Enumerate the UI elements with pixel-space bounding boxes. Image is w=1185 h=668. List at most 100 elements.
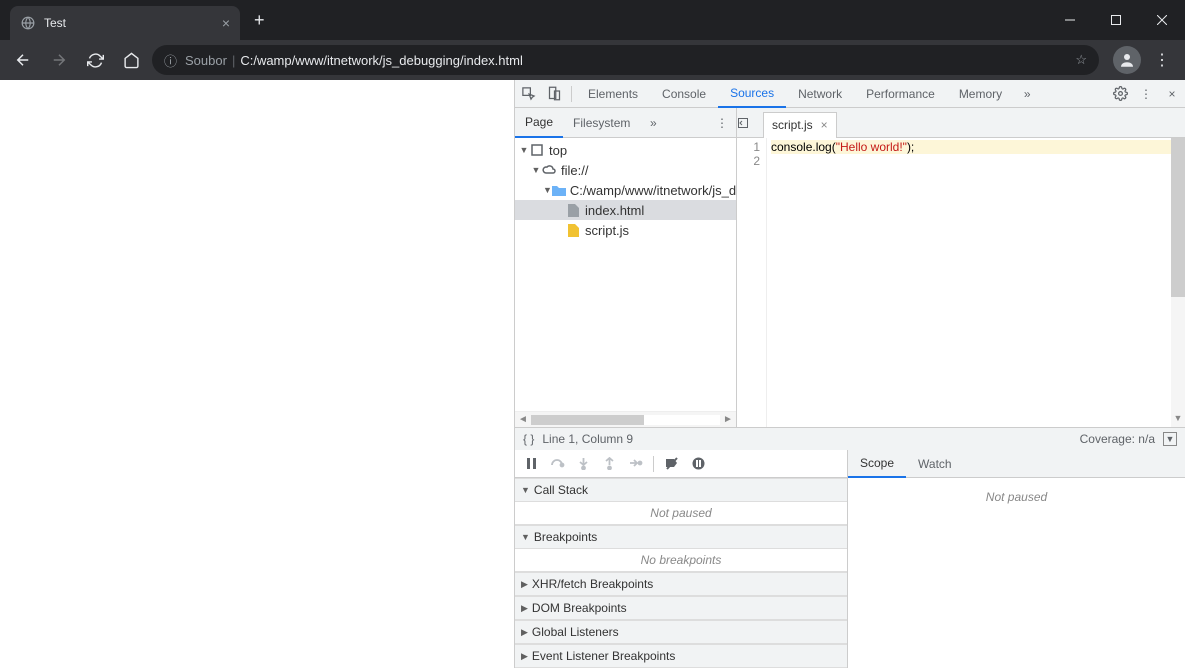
folder-icon — [552, 185, 566, 196]
profile-button[interactable] — [1113, 46, 1141, 74]
minimize-button[interactable] — [1047, 0, 1093, 40]
globe-icon — [20, 15, 36, 31]
scroll-down-icon[interactable]: ▼ — [1171, 413, 1185, 427]
section-dom-breakpoints[interactable]: ▶DOM Breakpoints — [515, 596, 847, 620]
nav-menu-icon[interactable]: ⋮ — [708, 116, 736, 130]
browser-tab[interactable]: Test × — [10, 6, 240, 40]
back-button[interactable] — [8, 45, 38, 75]
code-lines[interactable]: console.log("Hello world!"); — [767, 138, 1185, 427]
nav-more-tabs-icon[interactable]: » — [640, 109, 666, 137]
editor-tabbar: script.js× — [737, 108, 1185, 138]
nav-tab-page[interactable]: Page — [515, 108, 563, 138]
section-title: XHR/fetch Breakpoints — [532, 577, 653, 591]
deactivate-breakpoints-button[interactable] — [660, 452, 684, 476]
home-button[interactable] — [116, 45, 146, 75]
devtools-panel: Elements Console Sources Network Perform… — [514, 80, 1185, 668]
maximize-button[interactable] — [1093, 0, 1139, 40]
section-event-listener-bp[interactable]: ▶Event Listener Breakpoints — [515, 644, 847, 668]
section-title: Breakpoints — [534, 530, 597, 544]
devtools-menu-icon[interactable]: ⋮ — [1133, 80, 1159, 108]
url-path: C:/wamp/www/itnetwork/js_debugging/index… — [240, 53, 523, 68]
url-bar[interactable]: ⓘ Soubor | C:/wamp/www/itnetwork/js_debu… — [152, 45, 1099, 75]
step-into-button[interactable] — [571, 452, 595, 476]
section-xhr-breakpoints[interactable]: ▶XHR/fetch Breakpoints — [515, 572, 847, 596]
scroll-thumb[interactable] — [1171, 138, 1185, 297]
scroll-left-icon[interactable]: ◄ — [515, 414, 531, 425]
tab-sources[interactable]: Sources — [718, 80, 786, 108]
editor-pane: script.js× 1 2 console.log("Hello world!… — [737, 108, 1185, 427]
tab-console[interactable]: Console — [650, 80, 718, 108]
url-prefix: Soubor — [185, 53, 227, 68]
scroll-right-icon[interactable]: ► — [720, 414, 736, 425]
tree-file-script[interactable]: script.js — [515, 220, 736, 240]
tree-folder[interactable]: ▼C:/wamp/www/itnetwork/js_de — [515, 180, 736, 200]
scroll-track[interactable] — [531, 415, 720, 425]
sources-row: Page Filesystem » ⋮ ▼top ▼file:// ▼C:/wa… — [515, 108, 1185, 427]
scroll-thumb[interactable] — [531, 415, 644, 425]
inspect-element-icon[interactable] — [515, 80, 541, 108]
new-tab-button[interactable]: + — [254, 10, 265, 31]
step-over-button[interactable] — [545, 452, 569, 476]
code-line[interactable]: console.log("Hello world!"); — [771, 140, 1181, 154]
show-drawer-icon[interactable]: ▼ — [1163, 432, 1177, 446]
tree-origin[interactable]: ▼file:// — [515, 160, 736, 180]
tab-memory[interactable]: Memory — [947, 80, 1014, 108]
scope-tabbar: Scope Watch — [848, 450, 1185, 478]
section-global-listeners[interactable]: ▶Global Listeners — [515, 620, 847, 644]
coverage-status: Coverage: n/a — [1080, 432, 1155, 446]
tab-watch[interactable]: Watch — [906, 450, 964, 478]
section-title: Call Stack — [534, 483, 588, 497]
window-controls — [1047, 0, 1185, 40]
browser-menu-button[interactable]: ⋮ — [1147, 45, 1177, 75]
code-area[interactable]: 1 2 console.log("Hello world!"); — [737, 138, 1185, 427]
scope-pane: Scope Watch Not paused — [848, 450, 1185, 668]
nav-tab-filesystem[interactable]: Filesystem — [563, 108, 640, 138]
step-out-button[interactable] — [597, 452, 621, 476]
editor-vscroll[interactable]: ▼ — [1171, 138, 1185, 427]
cloud-icon — [541, 165, 557, 175]
tree-label: script.js — [585, 223, 629, 238]
pause-exceptions-button[interactable] — [686, 452, 710, 476]
code-line[interactable] — [771, 154, 774, 168]
editor-tab-scriptjs[interactable]: script.js× — [763, 112, 837, 138]
tree-file-index[interactable]: index.html — [515, 200, 736, 220]
section-title: DOM Breakpoints — [532, 601, 627, 615]
navigator-pane: Page Filesystem » ⋮ ▼top ▼file:// ▼C:/wa… — [515, 108, 737, 427]
tab-network[interactable]: Network — [786, 80, 854, 108]
close-window-button[interactable] — [1139, 0, 1185, 40]
pretty-print-icon[interactable]: { } — [523, 432, 534, 446]
breakpoints-body: No breakpoints — [515, 549, 847, 572]
device-toolbar-icon[interactable] — [541, 80, 567, 108]
bookmark-icon[interactable]: ☆ — [1075, 52, 1087, 68]
navigator-hscroll[interactable]: ◄ ► — [515, 411, 736, 427]
close-editor-tab-icon[interactable]: × — [821, 118, 828, 132]
browser-titlebar: Test × + — [0, 0, 1185, 40]
forward-button[interactable] — [44, 45, 74, 75]
pause-button[interactable] — [519, 452, 543, 476]
tab-elements[interactable]: Elements — [576, 80, 650, 108]
divider — [571, 86, 572, 102]
section-call-stack[interactable]: ▼Call Stack — [515, 478, 847, 502]
debugger-row: ▼Call Stack Not paused ▼Breakpoints No b… — [515, 450, 1185, 668]
url-separator: | — [232, 53, 235, 68]
page-viewport[interactable] — [0, 80, 514, 668]
settings-icon[interactable] — [1107, 80, 1133, 108]
close-tab-icon[interactable]: × — [222, 15, 230, 31]
editor-nav-icon[interactable] — [737, 117, 763, 129]
file-icon — [565, 204, 581, 217]
reload-button[interactable] — [80, 45, 110, 75]
site-info-icon[interactable]: ⓘ — [164, 51, 177, 70]
section-title: Global Listeners — [532, 625, 619, 639]
tab-scope[interactable]: Scope — [848, 450, 906, 478]
js-file-icon — [565, 224, 581, 237]
more-tabs-icon[interactable]: » — [1014, 80, 1040, 108]
tab-performance[interactable]: Performance — [854, 80, 947, 108]
content-row: Elements Console Sources Network Perform… — [0, 80, 1185, 668]
navigator-tabbar: Page Filesystem » ⋮ — [515, 108, 736, 138]
section-breakpoints[interactable]: ▼Breakpoints — [515, 525, 847, 549]
tree-top[interactable]: ▼top — [515, 140, 736, 160]
editor-statusbar: { } Line 1, Column 9 Coverage: n/a ▼ — [515, 427, 1185, 450]
close-devtools-icon[interactable]: × — [1159, 80, 1185, 108]
step-button[interactable] — [623, 452, 647, 476]
browser-toolbar: ⓘ Soubor | C:/wamp/www/itnetwork/js_debu… — [0, 40, 1185, 80]
